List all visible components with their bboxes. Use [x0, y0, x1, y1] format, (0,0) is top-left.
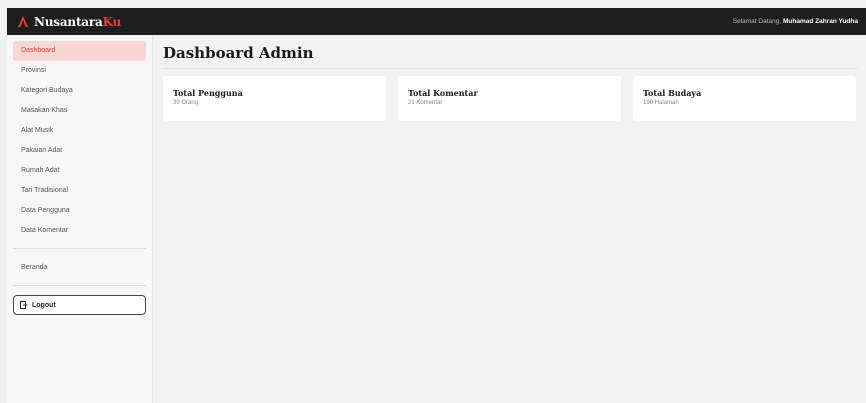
card-title: Total Budaya — [643, 88, 702, 98]
logout-label: Logout — [32, 301, 56, 309]
sidebar-item-dashboard[interactable]: Dashboard — [13, 41, 146, 61]
sidebar-divider — [13, 248, 146, 249]
card-value: 190 Halaman — [643, 100, 679, 106]
sidebar-item-kategori-budaya[interactable]: Kategori Budaya — [13, 81, 146, 101]
main-content: Dashboard Admin Total Pengguna 39 Orang … — [163, 35, 858, 121]
temple-icon — [18, 15, 28, 27]
card-title: Total Komentar — [408, 88, 478, 98]
stat-card-komentar: Total Komentar 21 Komentar — [398, 76, 621, 121]
card-value: 39 Orang — [173, 100, 199, 106]
sidebar-divider — [13, 285, 146, 286]
stat-cards: Total Pengguna 39 Orang Total Komentar 2… — [163, 76, 858, 121]
sidebar-item-beranda[interactable]: Beranda — [13, 258, 146, 278]
logout-icon — [20, 301, 28, 309]
sidebar-item-rumah-adat[interactable]: Rumah Adat — [13, 161, 146, 181]
brand-name: NusantaraKu — [34, 14, 122, 29]
sidebar-item-pakaian-adat[interactable]: Pakaian Adat — [13, 141, 146, 161]
sidebar-item-provinsi[interactable]: Provinsi — [13, 61, 146, 81]
stat-card-budaya: Total Budaya 190 Halaman — [633, 76, 856, 121]
sidebar-item-data-komentar[interactable]: Data Komentar — [13, 221, 146, 241]
sidebar-item-data-pengguna[interactable]: Data Pengguna — [13, 201, 146, 221]
card-value: 21 Komentar — [408, 100, 443, 106]
stat-card-pengguna: Total Pengguna 39 Orang — [163, 76, 386, 121]
sidebar: Dashboard Provinsi Kategori Budaya Masak… — [7, 35, 153, 403]
brand-logo[interactable]: NusantaraKu — [17, 15, 121, 29]
card-title: Total Pengguna — [173, 88, 243, 98]
sidebar-item-masakan-khas[interactable]: Masakan Khas — [13, 101, 146, 121]
top-navbar: NusantaraKu Selamat Datang, Muhamad Zahr… — [7, 8, 866, 35]
user-name: Muhamad Zahran Yudha — [782, 18, 858, 25]
logout-button[interactable]: Logout — [13, 295, 146, 315]
welcome-text: Selamat Datang, Muhamad Zahran Yudha — [732, 18, 858, 25]
page-title: Dashboard Admin — [163, 44, 858, 69]
sidebar-item-tari-tradisional[interactable]: Tari Tradisional — [13, 181, 146, 201]
sidebar-item-alat-musik[interactable]: Alat Musik — [13, 121, 146, 141]
